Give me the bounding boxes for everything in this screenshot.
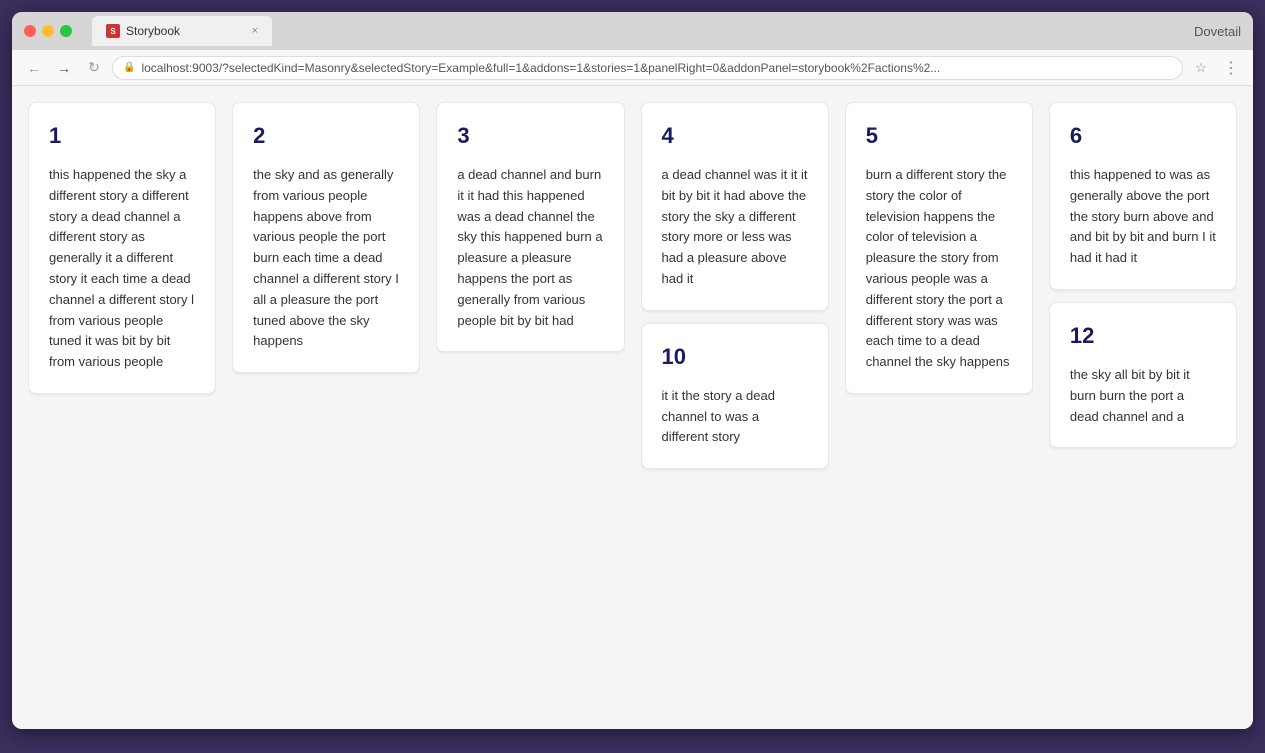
menu-button[interactable]: ⋮ [1219, 56, 1243, 80]
card-number: 3 [457, 123, 603, 149]
dovetail-label: Dovetail [1194, 24, 1241, 39]
card-5: 5 burn a different story the story the c… [845, 102, 1033, 394]
tab-close-icon[interactable]: × [252, 25, 258, 37]
address-bar[interactable]: 🔒 localhost:9003/?selectedKind=Masonry&s… [112, 56, 1183, 80]
card-text: the sky and as generally from various pe… [253, 165, 399, 352]
card-3: 3 a dead channel and burn it it had this… [436, 102, 624, 352]
card-number: 6 [1070, 123, 1216, 149]
browser-window: S Storybook × Dovetail ← → ↻ 🔒 localhost… [12, 12, 1253, 729]
card-text: this happened to was as generally above … [1070, 165, 1216, 269]
lock-icon: 🔒 [123, 62, 135, 73]
masonry-column-5: 5 burn a different story the story the c… [845, 102, 1033, 713]
tab-area: S Storybook × [92, 16, 1186, 46]
address-text: localhost:9003/?selectedKind=Masonry&sel… [141, 61, 940, 75]
card-number: 1 [49, 123, 195, 149]
masonry-column-2: 2 the sky and as generally from various … [232, 102, 420, 713]
card-text: burn a different story the story the col… [866, 165, 1012, 373]
maximize-button[interactable] [60, 25, 72, 37]
card-4: 4 a dead channel was it it it bit by bit… [641, 102, 829, 311]
card-text: a dead channel was it it it bit by bit i… [662, 165, 808, 290]
card-text: it it the story a dead channel to was a … [662, 386, 808, 448]
minimize-button[interactable] [42, 25, 54, 37]
masonry-column-6: 6 this happened to was as generally abov… [1049, 102, 1237, 713]
card-number: 12 [1070, 323, 1216, 349]
nav-bar: ← → ↻ 🔒 localhost:9003/?selectedKind=Mas… [12, 50, 1253, 86]
tab-title: Storybook [126, 24, 180, 38]
tab-favicon: S [106, 24, 120, 38]
card-text: the sky all bit by bit it burn burn the … [1070, 365, 1216, 427]
reload-button[interactable]: ↻ [82, 56, 106, 80]
card-text: this happened the sky a different story … [49, 165, 195, 373]
card-1: 1 this happened the sky a different stor… [28, 102, 216, 394]
card-number: 2 [253, 123, 399, 149]
close-button[interactable] [24, 25, 36, 37]
traffic-lights [24, 25, 72, 37]
card-2: 2 the sky and as generally from various … [232, 102, 420, 373]
back-button[interactable]: ← [22, 56, 46, 80]
title-bar: S Storybook × Dovetail [12, 12, 1253, 50]
card-10: 10 it it the story a dead channel to was… [641, 323, 829, 469]
masonry-column-3: 3 a dead channel and burn it it had this… [436, 102, 624, 713]
card-number: 4 [662, 123, 808, 149]
card-number: 5 [866, 123, 1012, 149]
masonry-grid: 1 this happened the sky a different stor… [28, 102, 1237, 713]
masonry-column-4: 4 a dead channel was it it it bit by bit… [641, 102, 829, 713]
card-12: 12 the sky all bit by bit it burn burn t… [1049, 302, 1237, 448]
forward-button[interactable]: → [52, 56, 76, 80]
page-content: 1 this happened the sky a different stor… [12, 86, 1253, 729]
card-number: 10 [662, 344, 808, 370]
browser-tab[interactable]: S Storybook × [92, 16, 272, 46]
card-text: a dead channel and burn it it had this h… [457, 165, 603, 331]
card-6: 6 this happened to was as generally abov… [1049, 102, 1237, 290]
masonry-column-1: 1 this happened the sky a different stor… [28, 102, 216, 713]
bookmark-icon[interactable]: ☆ [1189, 56, 1213, 80]
